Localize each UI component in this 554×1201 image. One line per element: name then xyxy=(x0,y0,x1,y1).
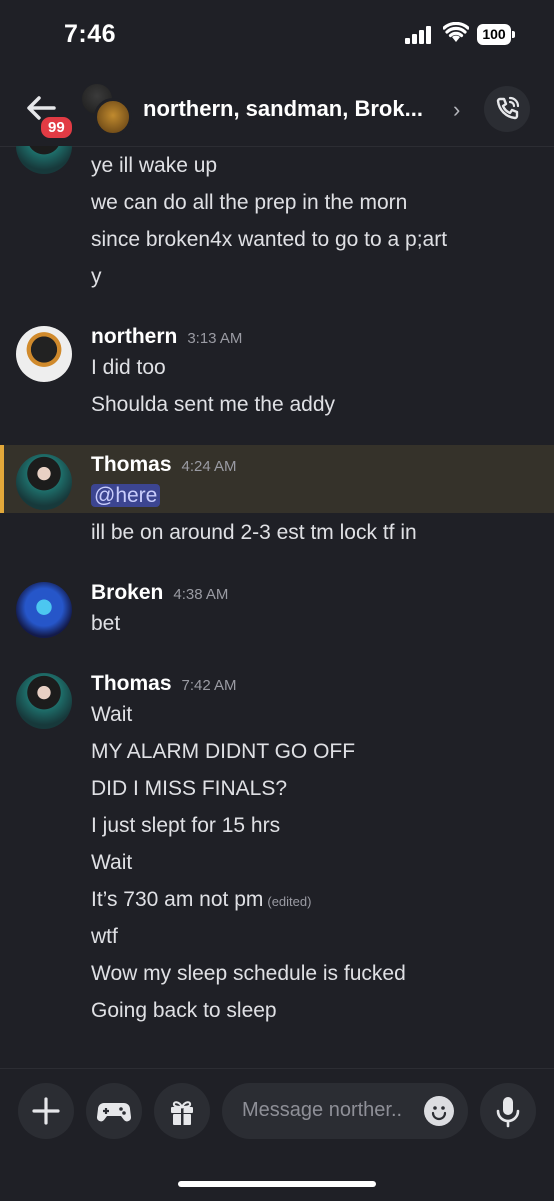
username-label[interactable]: Thomas xyxy=(91,453,172,476)
gamepad-icon xyxy=(96,1103,132,1122)
message-text: Wait xyxy=(91,703,133,726)
message-timestamp: 3:13 AM xyxy=(187,330,243,347)
message-username[interactable]: Thomas 7:42 AM xyxy=(91,672,237,696)
message-text: Wow my sleep schedule is fucked xyxy=(91,962,406,985)
unread-badge: 99 xyxy=(38,114,75,141)
gift-icon xyxy=(171,1101,193,1125)
group-avatar-2 xyxy=(94,98,132,136)
channel-title[interactable]: northern, sandman, Brok... xyxy=(143,96,443,122)
message-timestamp: 7:42 AM xyxy=(181,677,237,694)
username-label[interactable]: northern xyxy=(91,325,177,348)
avatar[interactable] xyxy=(16,454,72,510)
plus-icon xyxy=(32,1097,60,1125)
phone-call-icon xyxy=(496,96,520,120)
battery-icon: 100 xyxy=(477,24,511,45)
message-text: @here xyxy=(91,484,161,508)
group-avatar[interactable] xyxy=(78,82,132,136)
message-input[interactable]: Message norther.. xyxy=(222,1083,468,1139)
avatar[interactable] xyxy=(16,146,72,174)
cellular-signal-icon xyxy=(405,26,433,44)
message-text: DID I MISS FINALS? xyxy=(91,777,288,800)
message-username[interactable]: Broken 4:38 AM xyxy=(91,581,228,605)
avatar[interactable] xyxy=(16,673,72,729)
home-indicator xyxy=(178,1181,376,1187)
chevron-right-icon[interactable]: › xyxy=(453,97,460,123)
voice-button[interactable] xyxy=(480,1083,536,1139)
message-username[interactable]: northern 3:13 AM xyxy=(91,325,242,349)
username-label[interactable]: Thomas xyxy=(91,672,172,695)
call-button[interactable] xyxy=(484,86,530,132)
message-text: Going back to sleep xyxy=(91,999,277,1022)
gift-button[interactable] xyxy=(154,1083,210,1139)
message-text: ill be on around 2-3 est tm lock tf in xyxy=(91,521,417,544)
add-button[interactable] xyxy=(18,1083,74,1139)
message-text: Shoulda sent me the addy xyxy=(91,393,336,416)
message-text: It’s 730 am not pm (edited) xyxy=(91,888,311,912)
mention-here[interactable]: @here xyxy=(91,484,161,507)
message-text: we can do all the prep in the morn xyxy=(91,191,408,214)
message-text: Wait xyxy=(91,851,133,874)
message-username[interactable]: Thomas 4:24 AM xyxy=(91,453,237,477)
emoji-icon[interactable] xyxy=(424,1096,454,1126)
message-input-placeholder: Message norther.. xyxy=(242,1099,403,1121)
mention-highlight xyxy=(0,445,554,513)
message-text: I just slept for 15 hrs xyxy=(91,814,281,837)
message-text: since broken4x wanted to go to a p;art xyxy=(91,228,448,251)
avatar[interactable] xyxy=(16,326,72,382)
message-timestamp: 4:38 AM xyxy=(173,586,229,603)
message-text: wtf xyxy=(91,925,118,948)
microphone-icon xyxy=(496,1097,520,1128)
battery-cap xyxy=(512,31,515,38)
avatar[interactable] xyxy=(16,582,72,638)
message-text: y xyxy=(91,265,102,288)
message-text: ye ill wake up xyxy=(91,154,218,177)
status-bar: 7:46 100 xyxy=(0,0,554,72)
message-timestamp: 4:24 AM xyxy=(181,458,237,475)
channel-header: 99 northern, sandman, Brok... › xyxy=(0,72,554,147)
message-text: bet xyxy=(91,612,121,635)
wifi-icon xyxy=(443,22,469,42)
status-time: 7:46 xyxy=(64,20,117,48)
username-label[interactable]: Broken xyxy=(91,581,163,604)
message-text-content: It’s 730 am not pm xyxy=(91,888,264,911)
message-list[interactable]: ye ill wake up we can do all the prep in… xyxy=(0,146,554,1068)
apps-button[interactable] xyxy=(86,1083,142,1139)
message-text: MY ALARM DIDNT GO OFF xyxy=(91,740,356,763)
edited-label: (edited) xyxy=(267,894,312,909)
message-text: I did too xyxy=(91,356,166,379)
